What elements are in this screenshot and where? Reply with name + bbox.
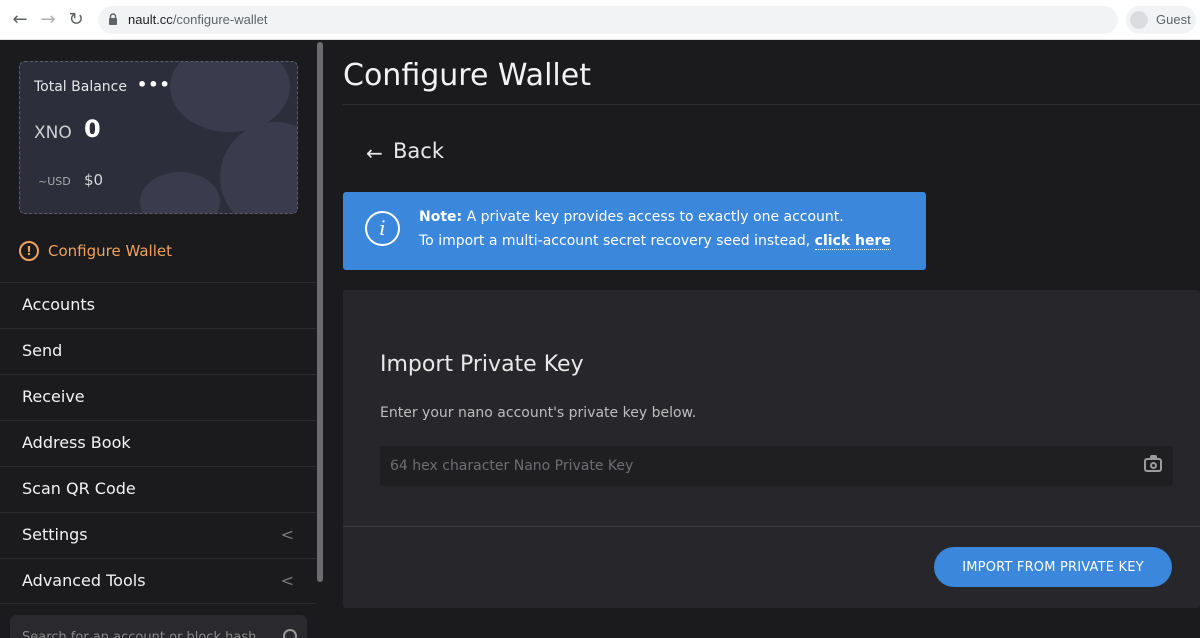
sidebar-item-label: Receive — [22, 387, 85, 406]
chevron-left-icon: < — [280, 571, 294, 590]
sidebar-nav: Accounts Send Receive Address Book Scan … — [0, 282, 316, 604]
divider — [343, 526, 1200, 527]
private-key-input[interactable] — [380, 446, 1173, 486]
divider — [343, 104, 1200, 105]
search-field[interactable]: Search for an account or block hash — [10, 615, 307, 638]
profile-button[interactable]: Guest — [1126, 6, 1196, 34]
sidebar-item-label: Scan QR Code — [22, 479, 136, 498]
main-content: Configure Wallet ← Back i Note: A privat… — [326, 40, 1200, 638]
panel-description: Enter your nano account's private key be… — [380, 405, 697, 421]
sidebar: Total Balance ••• XNO 0 ~USD $0 ! Config… — [0, 40, 326, 638]
warning-icon: ! — [19, 241, 39, 261]
url-text: nault.cc/configure-wallet — [128, 12, 267, 27]
configure-wallet-label: Configure Wallet — [48, 242, 172, 260]
search-placeholder: Search for an account or block hash — [22, 630, 257, 638]
note-label: Note: — [419, 209, 463, 225]
back-label: Back — [393, 139, 444, 163]
sidebar-item-settings[interactable]: Settings < — [0, 512, 316, 558]
sidebar-item-label: Settings — [22, 525, 88, 544]
page-title: Configure Wallet — [343, 58, 591, 93]
info-icon: i — [365, 211, 400, 246]
sidebar-item-send[interactable]: Send — [0, 328, 316, 374]
profile-avatar-icon — [1130, 11, 1148, 29]
import-from-private-key-button[interactable]: IMPORT FROM PRIVATE KEY — [934, 547, 1172, 587]
chevron-left-icon: < — [280, 525, 294, 544]
camera-icon[interactable] — [1144, 455, 1162, 472]
arrow-left-icon: ← — [366, 141, 383, 165]
sidebar-item-scan-qr-code[interactable]: Scan QR Code — [0, 466, 316, 512]
balance-card: Total Balance ••• XNO 0 ~USD $0 — [19, 61, 298, 214]
balance-menu-icon[interactable]: ••• — [137, 75, 171, 94]
camera-lens — [1150, 462, 1157, 469]
balance-amount: 0 — [84, 115, 101, 143]
fiat-label: ~USD — [38, 175, 71, 188]
balance-title: Total Balance — [34, 79, 127, 95]
search-icon[interactable] — [283, 629, 297, 638]
sidebar-item-label: Accounts — [22, 295, 95, 314]
profile-name: Guest — [1156, 12, 1191, 27]
panel-heading: Import Private Key — [380, 352, 584, 377]
sidebar-item-label: Send — [22, 341, 63, 360]
card-decoration — [140, 172, 220, 213]
url-path: /configure-wallet — [172, 12, 268, 27]
url-host: nault.cc — [128, 12, 173, 27]
forward-arrow-icon[interactable]: → — [36, 8, 60, 32]
sidebar-item-label: Address Book — [22, 433, 131, 452]
lock-icon — [109, 13, 117, 25]
click-here-link[interactable]: click here — [814, 233, 891, 250]
back-arrow-icon[interactable]: ← — [8, 8, 32, 32]
card-decoration — [220, 122, 297, 213]
sidebar-scrollbar[interactable] — [317, 42, 323, 582]
note-text: A private key provides access to exactly… — [462, 209, 844, 225]
note-text-2: To import a multi-account secret recover… — [419, 233, 815, 249]
balance-currency: XNO — [34, 123, 72, 143]
sidebar-item-receive[interactable]: Receive — [0, 374, 316, 420]
note-line-1: Note: A private key provides access to e… — [419, 209, 844, 225]
sidebar-item-address-book[interactable]: Address Book — [0, 420, 316, 466]
browser-toolbar: ← → ↻ nault.cc/configure-wallet Guest — [0, 0, 1200, 40]
import-private-key-panel: Import Private Key Enter your nano accou… — [343, 290, 1200, 608]
sidebar-item-advanced-tools[interactable]: Advanced Tools < — [0, 558, 316, 604]
fiat-amount: $0 — [84, 171, 104, 189]
address-bar[interactable]: nault.cc/configure-wallet — [98, 6, 1118, 34]
note-line-2: To import a multi-account secret recover… — [419, 233, 891, 250]
info-note: i Note: A private key provides access to… — [343, 192, 926, 270]
sidebar-item-label: Advanced Tools — [22, 571, 146, 590]
sidebar-item-accounts[interactable]: Accounts — [0, 282, 316, 328]
reload-icon[interactable]: ↻ — [64, 8, 88, 32]
camera-top — [1150, 455, 1157, 459]
